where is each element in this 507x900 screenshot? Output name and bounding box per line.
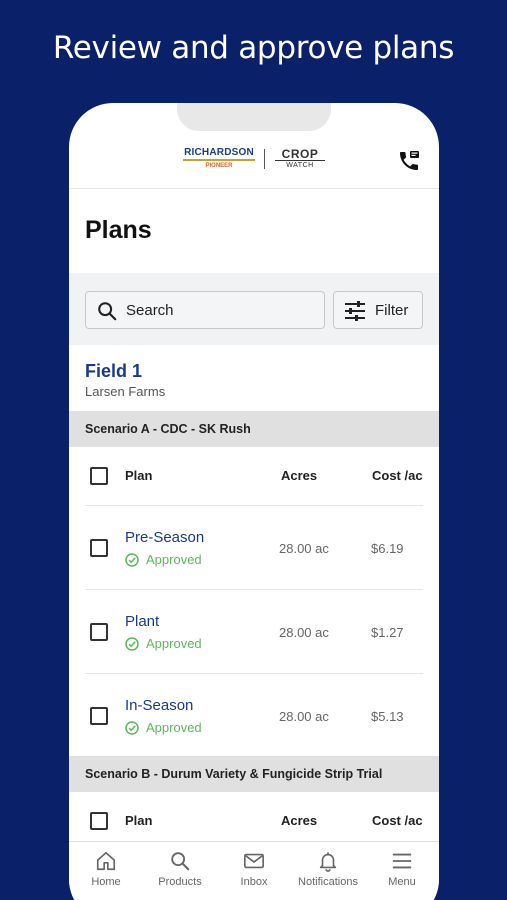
logo-richardson-text: RICHARDSON [183,147,255,161]
phone-frame: RICHARDSON PIONEER CROP WATCH Plans Sear… [69,103,439,900]
nav-menu[interactable]: Menu [365,850,439,888]
select-all-checkbox[interactable] [90,467,108,485]
page-title: Plans [85,216,152,244]
row-checkbox[interactable] [90,539,108,557]
page-title-area: Plans [69,190,439,273]
home-icon [96,851,116,871]
bell-icon [319,852,337,872]
scenario-title: Scenario B - Durum Variety & Fungicide S… [85,767,383,781]
nav-notifications[interactable]: Notifications [291,850,365,888]
contact-phone-icon[interactable] [397,149,421,173]
phone-notch [177,103,331,131]
column-header-cost: Cost /ac [372,813,423,828]
nav-label: Home [91,876,121,888]
status-text: Approved [146,720,202,735]
cost-value: $1.27 [371,625,404,640]
plan-name-link[interactable]: In-Season [125,697,193,714]
search-box[interactable] [85,291,325,329]
row-checkbox[interactable] [90,623,108,641]
nav-label: Notifications [298,876,358,888]
check-circle-icon [125,553,139,567]
column-header-acres: Acres [281,813,318,828]
field-header: Field 1 Larsen Farms [69,345,439,411]
filter-label: Filter [375,302,409,319]
field-name[interactable]: Field 1 [85,361,142,382]
acres-value: 28.00 ac [279,541,329,556]
table-row[interactable]: Pre-Season Approved 28.00 ac $6.19 [69,506,439,590]
select-all-checkbox[interactable] [90,812,108,830]
farm-name: Larsen Farms [85,384,166,399]
column-header-acres: Acres [281,468,318,483]
cost-value: $5.13 [371,709,404,724]
mail-icon [244,853,264,869]
plan-name-link[interactable]: Plant [125,613,159,630]
logo-crop-text: CROP [281,147,319,161]
status-text: Approved [146,636,202,651]
acres-value: 28.00 ac [279,625,329,640]
table-row[interactable]: Plant Approved 28.00 ac $1.27 [69,590,439,674]
scenario-title: Scenario A - CDC - SK Rush [85,422,251,436]
check-circle-icon [125,637,139,651]
check-circle-icon [125,721,139,735]
menu-icon [392,853,412,869]
column-header-cost: Cost /ac [372,468,423,483]
filter-sliders-icon [345,301,365,321]
nav-label: Menu [388,876,416,888]
search-icon [98,302,117,321]
table-header-row: Plan Acres Cost /ac [69,792,439,841]
row-checkbox[interactable] [90,707,108,725]
logo-divider [264,149,265,169]
nav-home[interactable]: Home [69,850,143,888]
logo-watch-text: WATCH [275,160,325,170]
bottom-nav: Home Products Inbox Notifications Menu [69,841,439,900]
search-input[interactable] [126,299,316,321]
column-header-plan: Plan [125,468,153,483]
column-header-plan: Plan [125,813,153,828]
table-row[interactable]: In-Season Approved 28.00 ac $5.13 [69,674,439,756]
search-bar-area: Filter [69,273,439,345]
nav-inbox[interactable]: Inbox [217,850,291,888]
status-text: Approved [146,552,202,567]
logo-pioneer-text: PIONEER [205,163,233,169]
scenario-header: Scenario B - Durum Variety & Fungicide S… [69,756,439,792]
search-icon [171,852,190,871]
scenario-header: Scenario A - CDC - SK Rush [69,411,439,447]
nav-label: Inbox [240,876,268,888]
table-header-row: Plan Acres Cost /ac [69,447,439,506]
brand-logo: RICHARDSON PIONEER CROP WATCH [183,147,325,173]
nav-label: Products [158,876,202,888]
nav-products[interactable]: Products [143,850,217,888]
plan-name-link[interactable]: Pre-Season [125,529,204,546]
acres-value: 28.00 ac [279,709,329,724]
cost-value: $6.19 [371,541,404,556]
promo-headline: Review and approve plans [52,30,455,66]
filter-button[interactable]: Filter [333,291,423,329]
